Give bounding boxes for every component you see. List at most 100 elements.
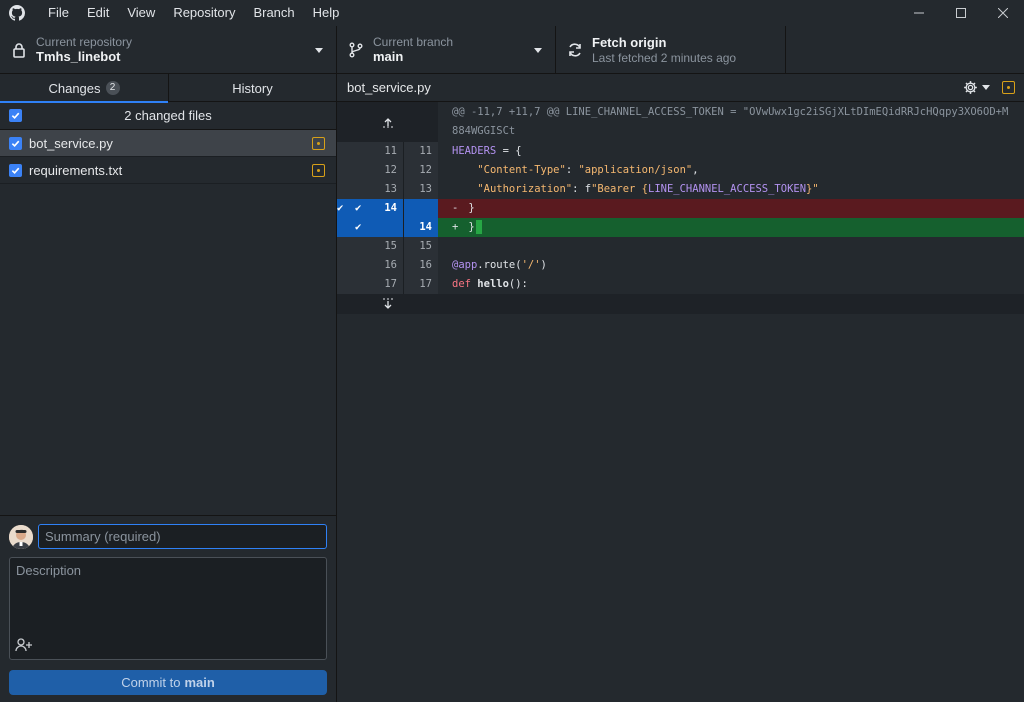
file-checkbox[interactable]	[9, 163, 22, 177]
chevron-down-icon	[534, 48, 542, 53]
chevron-down-icon	[982, 85, 990, 90]
diff-line[interactable]: 12 12 "Content-Type": "application/json"…	[337, 161, 1024, 180]
expand-up-icon	[382, 118, 393, 128]
minimize-icon	[914, 12, 924, 14]
check-icon: ✔	[355, 202, 362, 214]
branch-icon	[348, 42, 364, 58]
new-line-number: 16	[404, 256, 438, 275]
new-line-number: 15	[404, 237, 438, 256]
new-line-number: 11	[404, 142, 438, 161]
changes-count-badge: 2	[105, 81, 120, 95]
tab-history[interactable]: History	[168, 74, 336, 102]
summary-input[interactable]	[38, 524, 327, 549]
diff-line[interactable]: 13 13 "Authorization": f"Bearer {LINE_CH…	[337, 180, 1024, 199]
avatar	[9, 525, 33, 549]
select-all-checkbox[interactable]	[9, 109, 22, 122]
menu-help[interactable]: Help	[304, 0, 349, 26]
check-icon	[11, 167, 20, 174]
line-code	[438, 237, 1024, 256]
commit-button[interactable]: Commit to main	[9, 670, 327, 695]
maximize-icon	[956, 8, 966, 18]
menu-bar: File Edit View Repository Branch Help	[39, 0, 348, 26]
changed-files-header: 2 changed files	[0, 102, 336, 130]
old-line-number: 13	[351, 180, 404, 199]
file-item-requirements[interactable]: requirements.txt	[0, 157, 336, 184]
line-code: "Content-Type": "application/json",	[477, 164, 699, 176]
menu-file[interactable]: File	[39, 0, 78, 26]
menu-repository[interactable]: Repository	[164, 0, 244, 26]
chevron-down-icon	[315, 48, 323, 53]
title-bar: File Edit View Repository Branch Help	[0, 0, 1024, 26]
check-icon: ✔	[337, 202, 344, 214]
current-repository-button[interactable]: Current repository Tmhs_linebot	[0, 26, 337, 74]
modified-icon	[312, 164, 325, 177]
branch-name: main	[373, 49, 404, 64]
line-code: HEADERS = {	[452, 145, 522, 157]
menu-view[interactable]: View	[118, 0, 164, 26]
changes-sidebar: Changes 2 History 2 changed files bot_se…	[0, 74, 337, 702]
current-branch-button[interactable]: Current branch main	[337, 26, 556, 74]
minimize-button[interactable]	[898, 0, 940, 26]
close-button[interactable]	[982, 0, 1024, 26]
expand-up-button[interactable]	[337, 102, 438, 142]
menu-branch[interactable]: Branch	[244, 0, 303, 26]
expand-down-icon	[382, 298, 393, 309]
file-checkbox[interactable]	[9, 136, 22, 150]
repository-name: Tmhs_linebot	[36, 49, 121, 64]
check-icon	[11, 112, 20, 120]
lock-icon	[11, 42, 27, 58]
fetch-origin-label: Fetch origin	[592, 35, 667, 50]
description-box	[9, 557, 327, 660]
commit-branch-name: main	[184, 675, 215, 690]
tab-changes-label: Changes	[48, 80, 101, 96]
old-line-number: ✔ 14	[351, 199, 404, 218]
menu-edit[interactable]: Edit	[78, 0, 118, 26]
expand-down-row	[337, 294, 1024, 314]
maximize-button[interactable]	[940, 0, 982, 26]
commit-button-label: Commit to	[121, 675, 181, 690]
window-controls	[898, 0, 1024, 26]
file-name: bot_service.py	[29, 135, 113, 151]
last-fetched-text: Last fetched 2 minutes ago	[592, 51, 737, 65]
line-code: def hello():	[452, 278, 528, 290]
toolbar: Current repository Tmhs_linebot Current …	[0, 26, 1024, 74]
sync-icon	[567, 42, 583, 58]
modified-icon	[1002, 81, 1015, 94]
check-icon	[11, 140, 20, 147]
added-line[interactable]: ✔ 14 + }	[337, 218, 1024, 237]
line-select-toggle[interactable]: ✔	[337, 199, 351, 218]
diff-file-name: bot_service.py	[347, 80, 431, 95]
old-line-number: 11	[351, 142, 404, 161]
line-code: + }	[438, 218, 1024, 237]
new-line-number: 14	[404, 218, 438, 237]
diff-options-button[interactable]	[963, 80, 990, 95]
gear-icon	[964, 81, 977, 94]
line-select-toggle[interactable]	[337, 218, 351, 237]
line-code: "Authorization": f"Bearer {LINE_CHANNEL_…	[477, 183, 819, 195]
description-input[interactable]	[10, 558, 326, 633]
add-coauthor-icon[interactable]	[15, 637, 33, 653]
new-line-number	[404, 199, 438, 218]
diff-content: @@ -11,7 +11,7 @@ LINE_CHANNEL_ACCESS_TO…	[337, 102, 1024, 314]
tab-changes[interactable]: Changes 2	[0, 74, 168, 103]
line-code: - }	[438, 199, 1024, 218]
diff-line[interactable]: 15 15	[337, 237, 1024, 256]
hunk-header-row: @@ -11,7 +11,7 @@ LINE_CHANNEL_ACCESS_TO…	[337, 102, 1024, 142]
fetch-origin-button[interactable]: Fetch origin Last fetched 2 minutes ago	[556, 26, 786, 74]
sidebar-tabs: Changes 2 History	[0, 74, 336, 103]
diff-line[interactable]: 16 16 @app.route('/')	[337, 256, 1024, 275]
diff-header: bot_service.py	[337, 74, 1024, 102]
text-cursor	[475, 220, 482, 234]
old-line-number: 16	[351, 256, 404, 275]
close-icon	[998, 8, 1008, 18]
deleted-line[interactable]: ✔ ✔ 14 - }	[337, 199, 1024, 218]
old-line-number: 15	[351, 237, 404, 256]
old-line-number: 12	[351, 161, 404, 180]
expand-down-button[interactable]	[337, 294, 438, 314]
file-item-bot-service[interactable]: bot_service.py	[0, 130, 336, 157]
old-line-number: ✔	[351, 218, 404, 237]
diff-line[interactable]: 17 17 def hello():	[337, 275, 1024, 294]
tab-history-label: History	[232, 80, 273, 96]
file-name: requirements.txt	[29, 162, 123, 178]
diff-line[interactable]: 11 11 HEADERS = {	[337, 142, 1024, 161]
